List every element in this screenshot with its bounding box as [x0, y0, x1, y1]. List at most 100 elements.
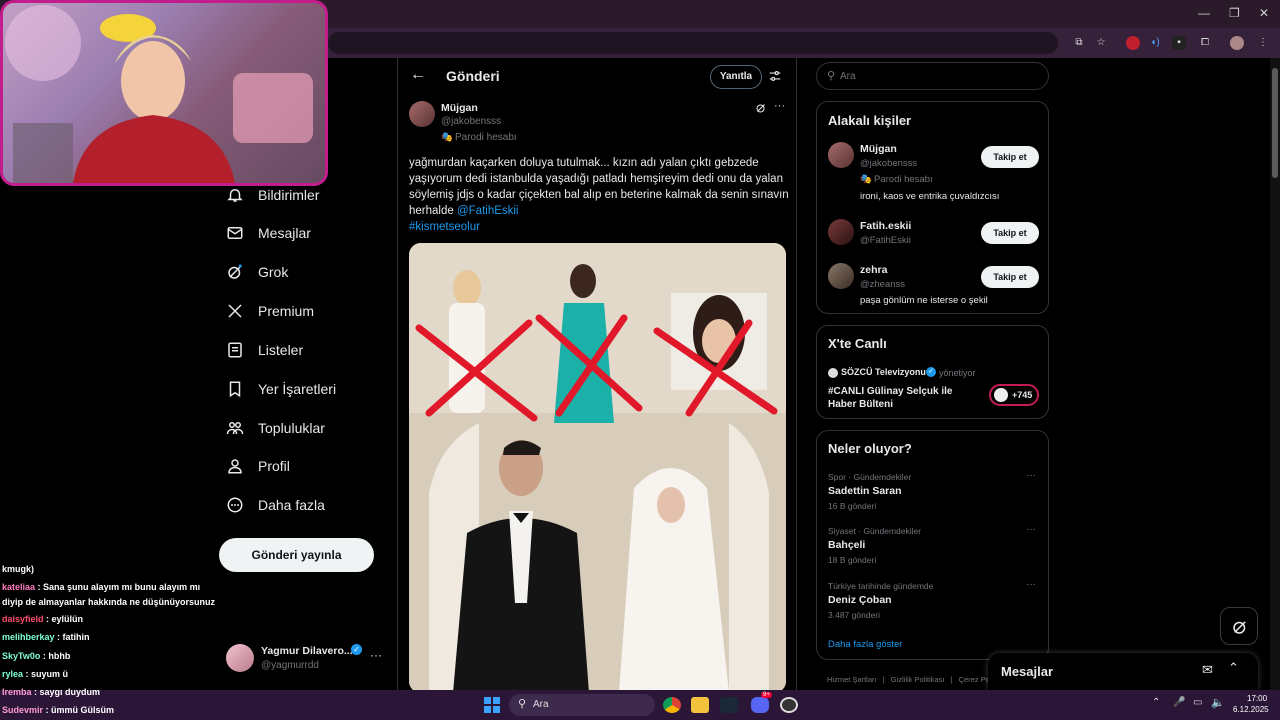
person-name[interactable]: Müjgan	[860, 143, 897, 155]
obs-icon[interactable]	[780, 697, 798, 713]
trend-name[interactable]: Deniz Çoban	[828, 594, 892, 606]
listeners-pill[interactable]: +745	[989, 384, 1039, 406]
live-card[interactable]: X'te Canlı SÖZCÜ Televizyonu ✓ yönetiyor…	[816, 325, 1049, 419]
bookmark-star-icon[interactable]: ☆	[1094, 36, 1108, 50]
author-handle[interactable]: @jakobensss	[441, 116, 501, 127]
chat-message: SkyTw0o : hbhb	[2, 651, 70, 661]
follow-button[interactable]: Takip et	[981, 146, 1039, 168]
trend-more-icon[interactable]: ···	[1026, 524, 1036, 535]
nav-profile[interactable]: Profil	[226, 451, 290, 481]
hashtag-link[interactable]: #kismetseolur	[409, 221, 480, 233]
extension-red-icon[interactable]	[1126, 36, 1140, 50]
chat-message: kateliaa : Sana şunu alayım mı bunu alay…	[2, 582, 200, 592]
discord-icon[interactable]	[751, 697, 769, 713]
taskbar-search[interactable]: ⚲ Ara	[509, 694, 655, 716]
account-switcher[interactable]: Yagmur Dilavero... ✓ @yagmurrdd ···	[224, 640, 394, 676]
network-icon[interactable]: ▭	[1193, 697, 1202, 708]
profile-avatar-icon[interactable]	[1230, 36, 1244, 50]
webcam-figure-illustration	[3, 3, 325, 183]
nav-notifications[interactable]: Bildirimler	[226, 180, 319, 210]
account-handle: @yagmurrdd	[261, 660, 319, 671]
expand-drawer-icon[interactable]: ⌃	[1228, 660, 1239, 676]
trend-name[interactable]: Bahçeli	[828, 539, 865, 551]
post-more-icon[interactable]: ···	[774, 100, 785, 112]
live-broadcast-title[interactable]: #CANLI Gülinay Selçuk ile Haber Bülteni	[828, 385, 958, 411]
terms-link[interactable]: Hizmet Şartları	[827, 675, 877, 684]
person-name[interactable]: zehra	[860, 264, 887, 276]
minimize-button[interactable]: —	[1198, 6, 1210, 20]
follow-button[interactable]: Takip et	[981, 222, 1039, 244]
chat-message: kmugk)	[2, 564, 34, 574]
chat-user: Sudevmir	[2, 705, 44, 715]
scrollbar-thumb[interactable]	[1272, 68, 1278, 178]
steam-icon[interactable]	[720, 697, 738, 713]
nav-lists[interactable]: Listeler	[226, 335, 303, 365]
chat-text: : saygı duydum	[34, 687, 101, 697]
volume-icon[interactable]: 🔈	[1211, 696, 1225, 709]
person-handle: @zheanss	[860, 279, 906, 290]
person-name[interactable]: Fatih.eskii	[860, 220, 911, 232]
back-arrow-icon[interactable]: ←	[410, 66, 426, 84]
install-app-icon[interactable]: ⧉	[1072, 36, 1086, 50]
post-image[interactable]	[409, 243, 786, 693]
trend-more-icon[interactable]: ···	[1026, 579, 1036, 590]
trend-context: Siyaset · Gündemdekiler	[828, 526, 922, 536]
author-avatar[interactable]	[409, 101, 435, 127]
nav-bookmarks[interactable]: Yer İşaretleri	[226, 374, 336, 404]
follow-button[interactable]: Takip et	[981, 266, 1039, 288]
person-avatar[interactable]	[828, 219, 854, 245]
search-box[interactable]: ⚲ Ara	[816, 62, 1049, 90]
reply-button[interactable]: Yanıtla	[710, 65, 762, 89]
nav-messages[interactable]: Mesajlar	[226, 218, 311, 248]
parody-label: Parodi hesabı	[455, 132, 517, 143]
maximize-button[interactable]: ❐	[1229, 6, 1240, 20]
extension-shield-icon[interactable]: ▪	[1172, 36, 1186, 50]
mention-link[interactable]: @FatihEskii	[457, 205, 519, 217]
account-name: Yagmur Dilavero...	[261, 645, 353, 657]
new-message-icon[interactable]: ✉	[1202, 662, 1213, 678]
chat-text: : Sana şunu alayım mı bunu alayım mı	[37, 582, 201, 592]
clock-date[interactable]: 6.12.2025	[1233, 705, 1269, 714]
messages-drawer[interactable]: Mesajlar ✉ ⌃	[988, 653, 1258, 690]
person-avatar[interactable]	[828, 263, 854, 289]
chrome-icon[interactable]	[663, 697, 681, 713]
chat-text: : ümmü Gülsüm	[45, 705, 115, 715]
close-window-button[interactable]: ✕	[1259, 6, 1269, 20]
nav-grok[interactable]: Grok	[226, 257, 288, 287]
chat-user: kateliaa	[2, 582, 36, 592]
address-bar[interactable]	[328, 32, 1058, 54]
chat-user: kmugk)	[2, 564, 35, 574]
post-button[interactable]: Gönderi yayınla	[219, 538, 374, 572]
tray-chevron-icon[interactable]: ⌃	[1152, 697, 1160, 708]
microphone-icon[interactable]: 🎤	[1173, 697, 1185, 708]
trend-name[interactable]: Sadettin Saran	[828, 485, 902, 497]
nav-communities[interactable]: Topluluklar	[226, 413, 325, 443]
person-handle: @FatihEskii	[860, 235, 911, 246]
nav-label: Topluluklar	[258, 420, 325, 436]
nav-more[interactable]: Daha fazla	[226, 490, 325, 520]
communities-icon	[226, 422, 244, 435]
live-host[interactable]: SÖZCÜ Televizyonu	[841, 367, 926, 377]
person-avatar[interactable]	[828, 142, 854, 168]
extension-audio-icon[interactable]: ◖)	[1148, 36, 1162, 50]
windows-start-icon[interactable]	[484, 697, 500, 713]
search-input[interactable]: Ara	[840, 71, 856, 82]
taskbar-search-input[interactable]: Ara	[533, 699, 549, 710]
file-explorer-icon[interactable]	[691, 697, 709, 713]
account-more-icon[interactable]: ···	[370, 648, 382, 662]
trend-count: 3.487 gönderi	[828, 610, 880, 620]
show-more-link[interactable]: Daha fazla göster	[828, 639, 902, 650]
trends-title: Neler oluyor?	[828, 441, 912, 456]
settings-sliders-icon[interactable]	[768, 69, 782, 83]
page-scrollbar[interactable]	[1270, 58, 1280, 690]
grok-explain-icon[interactable]	[755, 102, 767, 114]
browser-menu-icon[interactable]: ⋮	[1256, 36, 1270, 50]
privacy-link[interactable]: Gizlilik Politikası	[891, 675, 945, 684]
clock-time[interactable]: 17:00	[1247, 694, 1267, 703]
extensions-puzzle-icon[interactable]: ⧠	[1198, 36, 1212, 50]
trend-more-icon[interactable]: ···	[1026, 470, 1036, 481]
nav-premium[interactable]: Premium	[226, 296, 314, 326]
grok-floating-button[interactable]	[1220, 607, 1258, 645]
related-people-title: Alakalı kişiler	[828, 113, 912, 128]
author-name[interactable]: Müjgan	[441, 102, 478, 114]
